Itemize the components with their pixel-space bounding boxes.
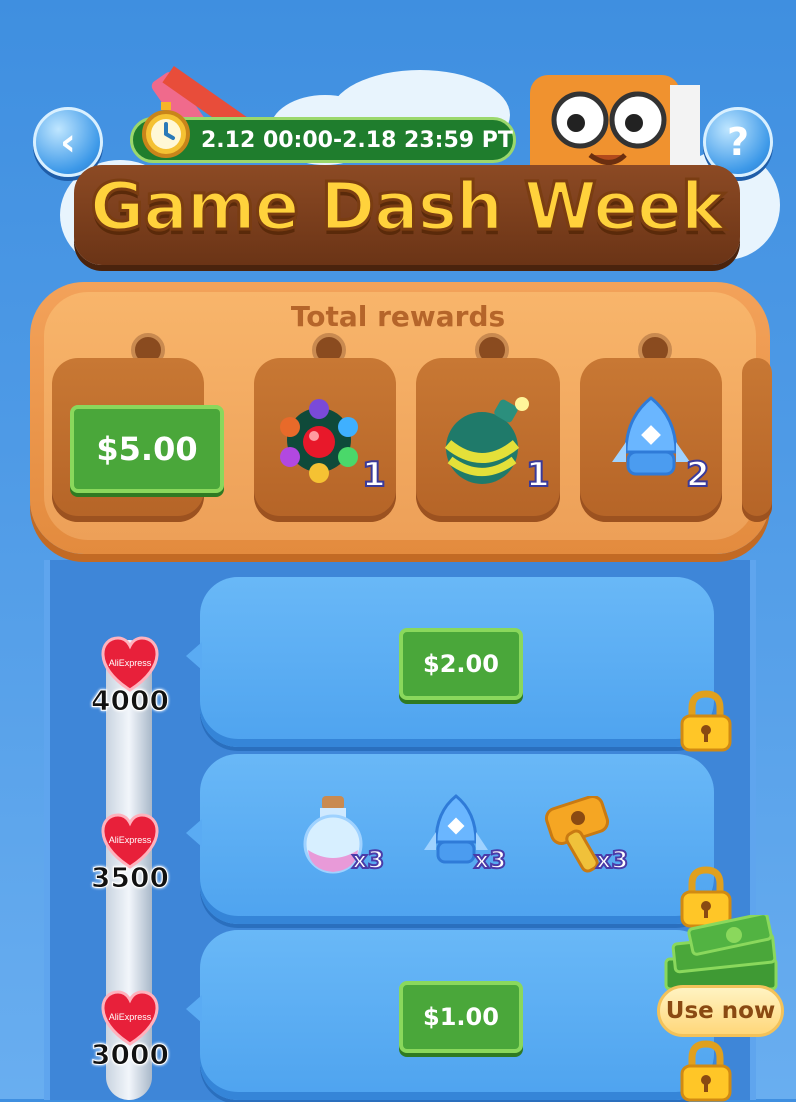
reward-count: 2 [685, 454, 711, 496]
use-now-label: Use now [665, 998, 776, 1024]
page-title: Game Dash Week [89, 167, 727, 247]
reward-qty: x3 [351, 845, 385, 875]
reward-qty: x3 [595, 845, 629, 875]
lock-icon [680, 690, 732, 752]
tier-pointer [186, 995, 202, 1023]
cash-reward: $2.00 [399, 628, 523, 700]
bomb-icon [444, 397, 529, 484]
rainbow-ball-icon [280, 399, 358, 483]
aliexpress-badge-text: AliExpress [109, 835, 152, 845]
event-period-text: 2.12 00:00-2.18 23:59 PT [201, 127, 513, 153]
rocket-icon [612, 396, 690, 476]
reward-count: 1 [525, 454, 551, 496]
tier-pointer [186, 642, 202, 670]
reward-qty: x3 [473, 845, 507, 875]
reward-count: 1 [361, 454, 387, 496]
reward-card-partial [742, 358, 772, 522]
cash-reward-label: $1.00 [423, 1003, 499, 1031]
use-now-button[interactable]: Use now [657, 985, 784, 1037]
tier-points: 3000 [91, 1038, 170, 1072]
aliexpress-badge-text: AliExpress [109, 1012, 152, 1022]
lock-icon [680, 1040, 732, 1102]
cash-reward-label: $5.00 [96, 430, 198, 468]
cash-reward-label: $2.00 [423, 650, 499, 678]
cash-pile-icon [664, 915, 778, 991]
total-rewards-title: Total rewards [290, 300, 506, 333]
cash-reward: $5.00 [70, 405, 224, 493]
help-icon: ? [726, 120, 750, 164]
tier-pointer [186, 819, 202, 847]
chevron-left-icon: ‹ [60, 120, 76, 164]
cash-reward: $1.00 [399, 981, 523, 1053]
stopwatch-icon [142, 102, 190, 158]
tier-points: 3500 [91, 861, 170, 895]
tier-points: 4000 [91, 684, 170, 718]
aliexpress-badge-text: AliExpress [109, 658, 152, 668]
